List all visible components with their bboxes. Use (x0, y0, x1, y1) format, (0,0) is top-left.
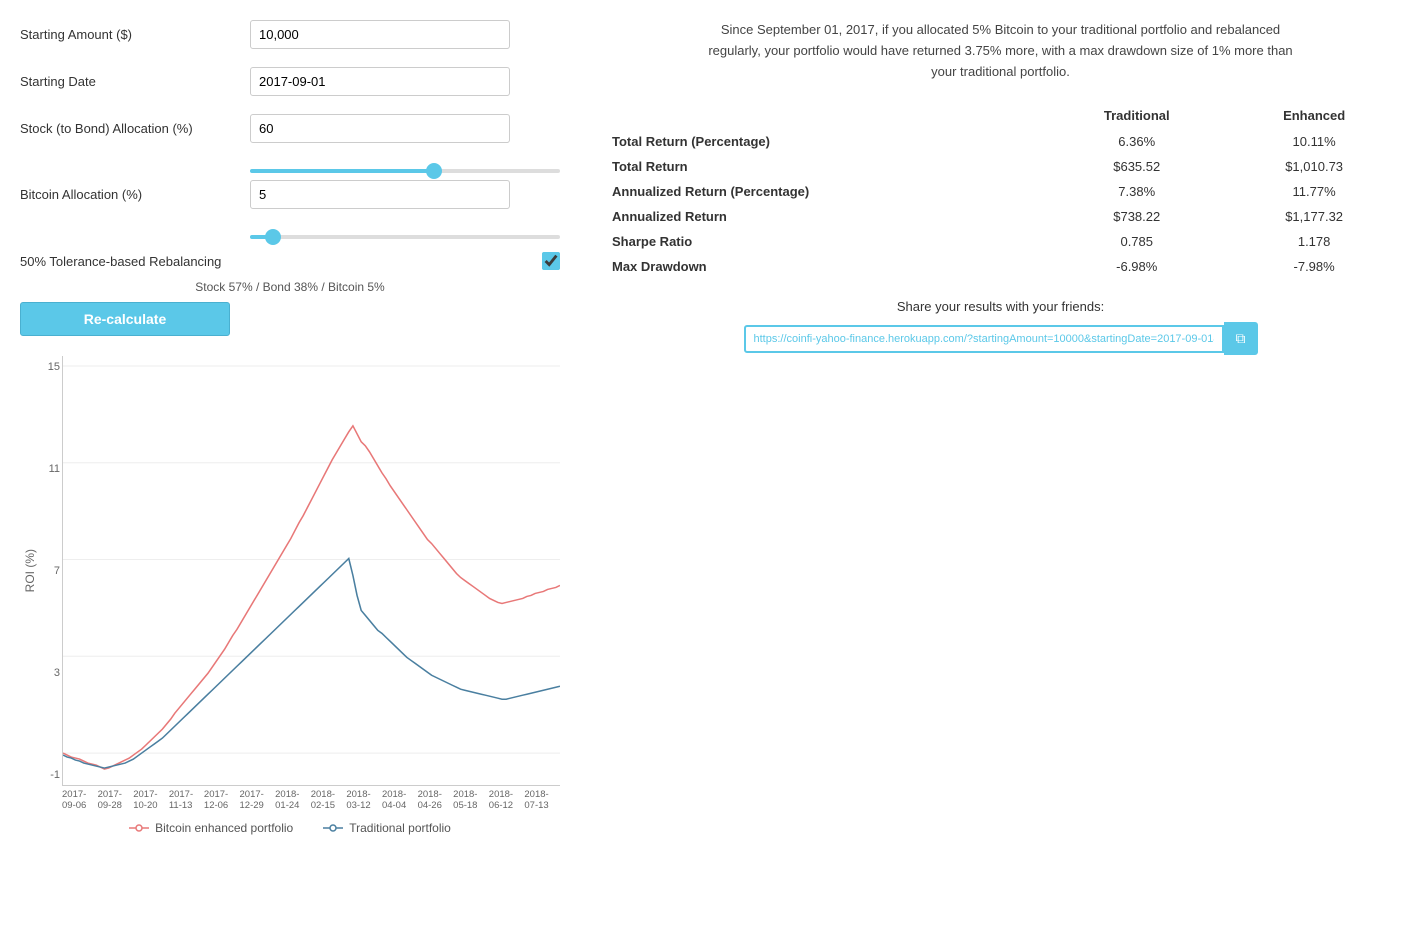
legend-btc: Bitcoin enhanced portfolio (129, 821, 293, 835)
table-row: Total Return (Percentage) 6.36% 10.11% (600, 129, 1401, 154)
legend-trad-label: Traditional portfolio (349, 821, 451, 835)
table-row: Max Drawdown -6.98% -7.98% (600, 254, 1401, 279)
x-axis: 2017-09-06 2017-09-28 2017-10-20 2017-11… (62, 786, 560, 811)
share-row: ⧉ (600, 322, 1401, 355)
col-header-traditional: Traditional (1046, 102, 1227, 129)
y-axis-label: ROI (%) (23, 549, 37, 592)
row-label-4: Sharpe Ratio (600, 229, 1046, 254)
table-row: Annualized Return (Percentage) 7.38% 11.… (600, 179, 1401, 204)
x-tick-11: 2018-04-26 (418, 789, 454, 811)
rebalancing-label: 50% Tolerance-based Rebalancing (20, 254, 542, 269)
row-enhanced-1: $1,010.73 (1227, 154, 1401, 179)
x-tick-13: 2018-06-12 (489, 789, 525, 811)
btc-line (63, 426, 560, 769)
allocation-text: Stock 57% / Bond 38% / Bitcoin 5% (20, 280, 560, 294)
stock-slider[interactable] (250, 169, 560, 173)
x-tick-5: 2017-12-06 (204, 789, 240, 811)
share-label: Share your results with your friends: (600, 299, 1401, 314)
row-label-5: Max Drawdown (600, 254, 1046, 279)
table-row: Annualized Return $738.22 $1,177.32 (600, 204, 1401, 229)
y-tick-11: 11 (42, 463, 60, 475)
row-enhanced-2: 11.77% (1227, 179, 1401, 204)
x-tick-8: 2018-02-15 (311, 789, 347, 811)
legend-trad: Traditional portfolio (323, 821, 451, 835)
left-panel: Starting Amount ($) Starting Date Stock … (20, 20, 560, 835)
row-enhanced-5: -7.98% (1227, 254, 1401, 279)
chart-svg (62, 356, 560, 786)
bitcoin-allocation-input[interactable] (250, 180, 510, 209)
starting-amount-row: Starting Amount ($) (20, 20, 560, 49)
x-tick-12: 2018-05-18 (453, 789, 489, 811)
stock-allocation-label: Stock (to Bond) Allocation (%) (20, 121, 250, 136)
starting-date-label: Starting Date (20, 74, 250, 89)
starting-amount-input[interactable] (250, 20, 510, 49)
bitcoin-slider[interactable] (250, 235, 560, 239)
traditional-line (63, 559, 560, 769)
row-traditional-0: 6.36% (1046, 129, 1227, 154)
row-label-2: Annualized Return (Percentage) (600, 179, 1046, 204)
table-row: Sharpe Ratio 0.785 1.178 (600, 229, 1401, 254)
row-label-0: Total Return (Percentage) (600, 129, 1046, 154)
x-tick-7: 2018-01-24 (275, 789, 311, 811)
x-tick-10: 2018-04-04 (382, 789, 418, 811)
x-tick-1: 2017-09-06 (62, 789, 98, 811)
col-header-enhanced: Enhanced (1227, 102, 1401, 129)
stock-allocation-row: Stock (to Bond) Allocation (%) (20, 114, 560, 143)
rebalancing-row: 50% Tolerance-based Rebalancing (20, 252, 560, 270)
legend-trad-icon (323, 822, 343, 834)
row-traditional-2: 7.38% (1046, 179, 1227, 204)
starting-amount-label: Starting Amount ($) (20, 27, 250, 42)
share-copy-button[interactable]: ⧉ (1224, 322, 1258, 355)
copy-icon: ⧉ (1236, 330, 1246, 346)
y-tick-neg1: -1 (42, 769, 60, 781)
share-section: Share your results with your friends: ⧉ (600, 299, 1401, 355)
row-label-3: Annualized Return (600, 204, 1046, 229)
row-traditional-5: -6.98% (1046, 254, 1227, 279)
y-tick-15: 15 (42, 361, 60, 373)
summary-text: Since September 01, 2017, if you allocat… (701, 20, 1301, 82)
x-tick-4: 2017-11-13 (169, 789, 204, 811)
bitcoin-slider-container (250, 227, 560, 242)
rebalancing-checkbox[interactable] (542, 252, 560, 270)
legend-btc-icon (129, 822, 149, 834)
row-label-1: Total Return (600, 154, 1046, 179)
right-panel: Since September 01, 2017, if you allocat… (600, 20, 1401, 835)
stock-allocation-input[interactable] (250, 114, 510, 143)
col-header-empty (600, 102, 1046, 129)
x-tick-9: 2018-03-12 (346, 789, 382, 811)
y-tick-3: 3 (42, 667, 60, 679)
starting-date-input[interactable] (250, 67, 510, 96)
share-url-input[interactable] (744, 325, 1224, 353)
recalculate-button[interactable]: Re-calculate (20, 302, 230, 336)
row-traditional-1: $635.52 (1046, 154, 1227, 179)
row-traditional-4: 0.785 (1046, 229, 1227, 254)
row-enhanced-0: 10.11% (1227, 129, 1401, 154)
x-tick-3: 2017-10-20 (133, 789, 169, 811)
legend-btc-label: Bitcoin enhanced portfolio (155, 821, 293, 835)
stock-slider-container (250, 161, 560, 176)
starting-date-row: Starting Date (20, 67, 560, 96)
row-traditional-3: $738.22 (1046, 204, 1227, 229)
x-tick-6: 2017-12-29 (240, 789, 276, 811)
bitcoin-allocation-label: Bitcoin Allocation (%) (20, 187, 250, 202)
x-tick-14: 2018-07-13 (524, 789, 560, 811)
chart-area: ROI (%) 15 11 7 3 -1 (20, 356, 560, 835)
row-enhanced-3: $1,177.32 (1227, 204, 1401, 229)
results-table: Traditional Enhanced Total Return (Perce… (600, 102, 1401, 279)
y-tick-7: 7 (42, 565, 60, 577)
chart-legend: Bitcoin enhanced portfolio Traditional p… (20, 821, 560, 835)
bitcoin-allocation-row: Bitcoin Allocation (%) (20, 180, 560, 209)
table-row: Total Return $635.52 $1,010.73 (600, 154, 1401, 179)
x-tick-2: 2017-09-28 (98, 789, 134, 811)
row-enhanced-4: 1.178 (1227, 229, 1401, 254)
